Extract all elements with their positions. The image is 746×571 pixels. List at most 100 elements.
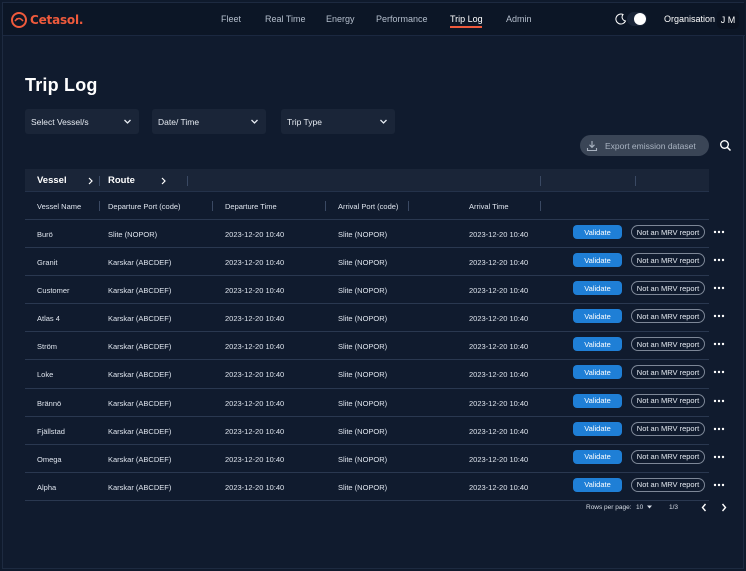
- more-options-icon[interactable]: [713, 399, 725, 403]
- table-row[interactable]: Loke Karskar (ABCDEF) 2023-12-20 10:40 Slit…: [25, 360, 725, 389]
- more-options-icon[interactable]: [713, 258, 725, 262]
- chevron-left-icon[interactable]: [700, 503, 708, 512]
- group-route[interactable]: Route: [108, 175, 135, 186]
- validate-button[interactable]: Validate: [573, 337, 622, 352]
- cell-arrival-time: 2023-12-20 10:40: [469, 258, 529, 268]
- validate-button[interactable]: Validate: [573, 281, 622, 296]
- validate-button[interactable]: Validate: [573, 477, 622, 492]
- table-row[interactable]: Customer Karskar (ABCDEF) 2023-12-20 10:40…: [25, 276, 725, 305]
- table-row[interactable]: Omega Karskar (ABCDEF) 2023-12-20 10:40 Sli…: [25, 445, 725, 473]
- table-row[interactable]: Atlas 4 Karskar (ABCDEF) 2023-12-20 10:40 S…: [25, 304, 725, 333]
- table-row[interactable]: Ström Karskar (ABCDEF) 2023-12-20 10:40 Sli…: [25, 332, 725, 361]
- nav-energy[interactable]: Energy: [326, 14, 355, 24]
- table-row[interactable]: Brännö Karskar (ABCDEF) 2023-12-20 10:40 Sl…: [25, 389, 725, 417]
- caret-down-icon[interactable]: [646, 504, 653, 510]
- search-icon[interactable]: [719, 139, 732, 152]
- not-mrv-report-button[interactable]: Not an MRV report: [631, 421, 705, 436]
- not-mrv-report-button[interactable]: Not an MRV report: [631, 337, 705, 352]
- not-mrv-report-button[interactable]: Not an MRV report: [631, 365, 705, 380]
- export-label: Export emission dataset: [605, 140, 696, 151]
- validate-button[interactable]: Validate: [573, 421, 622, 436]
- col-vessel-name[interactable]: Vessel Name: [37, 202, 81, 211]
- not-mrv-report-button[interactable]: Not an MRV report: [631, 393, 705, 408]
- cell-arrival-port: Slite (NOPOR): [338, 454, 388, 464]
- validate-button[interactable]: Validate: [573, 449, 622, 464]
- cell-vessel-name: Omega: [37, 454, 62, 464]
- chevron-right-icon[interactable]: [720, 503, 728, 512]
- validate-button[interactable]: Validate: [573, 393, 622, 408]
- more-options-icon[interactable]: [713, 314, 725, 318]
- chevron-down-icon: [251, 119, 258, 124]
- cell-departure-time: 2023-12-20 10:40: [225, 398, 285, 408]
- table-row[interactable]: Burö Slite (NOPOR) 2023-12-20 10:40 Slite (…: [25, 220, 725, 249]
- cell-arrival-time: 2023-12-20 10:40: [469, 426, 529, 436]
- active-nav-indicator: [450, 26, 482, 28]
- export-emission-dataset-button[interactable]: Export emission dataset: [580, 135, 709, 156]
- table-group-header: Vessel Route: [25, 169, 709, 192]
- table-row[interactable]: Alpha Karskar (ABCDEF) 2023-12-20 10:40 Sli…: [25, 473, 725, 501]
- col-arrival-time[interactable]: Arrival Time: [469, 202, 509, 211]
- col-departure-port[interactable]: Departure Port (code): [108, 202, 181, 211]
- nav-real-time[interactable]: Real Time: [265, 14, 306, 24]
- nav-trip-log[interactable]: Trip Log: [450, 14, 483, 24]
- more-options-icon[interactable]: [713, 455, 725, 459]
- cell-vessel-name: Fjällstad: [37, 426, 65, 436]
- more-options-icon[interactable]: [713, 427, 725, 431]
- more-options-icon[interactable]: [713, 370, 725, 374]
- cell-departure-time: 2023-12-20 10:40: [225, 454, 285, 464]
- validate-button[interactable]: Validate: [573, 225, 622, 239]
- group-vessel[interactable]: Vessel: [37, 175, 67, 186]
- more-options-icon[interactable]: [713, 483, 725, 487]
- nav-admin[interactable]: Admin: [506, 14, 532, 24]
- cell-vessel-name: Alpha: [37, 482, 57, 492]
- more-options-icon[interactable]: [713, 230, 725, 234]
- chevron-right-icon[interactable]: [160, 177, 167, 185]
- not-mrv-report-button[interactable]: Not an MRV report: [631, 225, 705, 239]
- validate-button[interactable]: Validate: [573, 253, 622, 268]
- nav-fleet[interactable]: Fleet: [221, 14, 241, 24]
- cell-arrival-port: Slite (NOPOR): [338, 342, 388, 352]
- cell-departure-port: Karskar (ABCDEF): [108, 454, 172, 464]
- table-column-header: Vessel Name Departure Port (code) Depart…: [25, 192, 709, 220]
- cell-arrival-time: 2023-12-20 10:40: [469, 230, 529, 239]
- datetime-select[interactable]: Date/ Time: [152, 109, 266, 134]
- validate-button[interactable]: Validate: [573, 365, 622, 380]
- more-options-icon[interactable]: [713, 342, 725, 346]
- cell-vessel-name: Ström: [37, 342, 58, 352]
- trip-type-select[interactable]: Trip Type: [281, 109, 395, 134]
- not-mrv-report-button[interactable]: Not an MRV report: [631, 477, 705, 492]
- cell-arrival-time: 2023-12-20 10:40: [469, 342, 529, 352]
- cell-departure-port: Karskar (ABCDEF): [108, 342, 172, 352]
- col-departure-time[interactable]: Departure Time: [225, 202, 277, 211]
- table-row[interactable]: Granit Karskar (ABCDEF) 2023-12-20 10:40 Sl…: [25, 248, 725, 277]
- vessel-select[interactable]: Select Vessel/s: [25, 109, 139, 134]
- cell-vessel-name: Loke: [37, 370, 54, 380]
- not-mrv-report-button[interactable]: Not an MRV report: [631, 253, 705, 268]
- rows-per-page-select[interactable]: 10: [636, 504, 643, 511]
- cell-arrival-port: Slite (NOPOR): [338, 426, 388, 436]
- cell-arrival-time: 2023-12-20 10:40: [469, 482, 529, 492]
- chevron-right-icon[interactable]: [87, 177, 94, 185]
- cell-departure-time: 2023-12-20 10:40: [225, 482, 285, 492]
- table-row[interactable]: Fjällstad Karskar (ABCDEF) 2023-12-20 10:4…: [25, 417, 725, 445]
- not-mrv-report-button[interactable]: Not an MRV report: [631, 449, 705, 464]
- cell-departure-port: Slite (NOPOR): [108, 230, 158, 239]
- col-arrival-port[interactable]: Arrival Port (code): [338, 202, 398, 211]
- validate-button[interactable]: Validate: [573, 309, 622, 324]
- column-divider: [212, 201, 213, 211]
- not-mrv-report-button[interactable]: Not an MRV report: [631, 281, 705, 296]
- more-options-icon[interactable]: [713, 286, 725, 290]
- cell-departure-port: Karskar (ABCDEF): [108, 370, 172, 380]
- cell-departure-port: Karskar (ABCDEF): [108, 398, 172, 408]
- organisation-menu[interactable]: Organisation: [664, 14, 715, 24]
- user-avatar[interactable]: J M: [717, 10, 739, 29]
- cell-arrival-port: Slite (NOPOR): [338, 482, 388, 492]
- cell-arrival-port: Slite (NOPOR): [338, 370, 388, 380]
- not-mrv-report-button[interactable]: Not an MRV report: [631, 309, 705, 324]
- brand-logo[interactable]: Cetasol.: [11, 11, 83, 29]
- column-divider: [187, 176, 188, 186]
- nav-performance[interactable]: Performance: [376, 14, 428, 24]
- cell-arrival-port: Slite (NOPOR): [338, 314, 388, 324]
- column-divider: [540, 176, 541, 186]
- theme-toggle[interactable]: [627, 12, 647, 26]
